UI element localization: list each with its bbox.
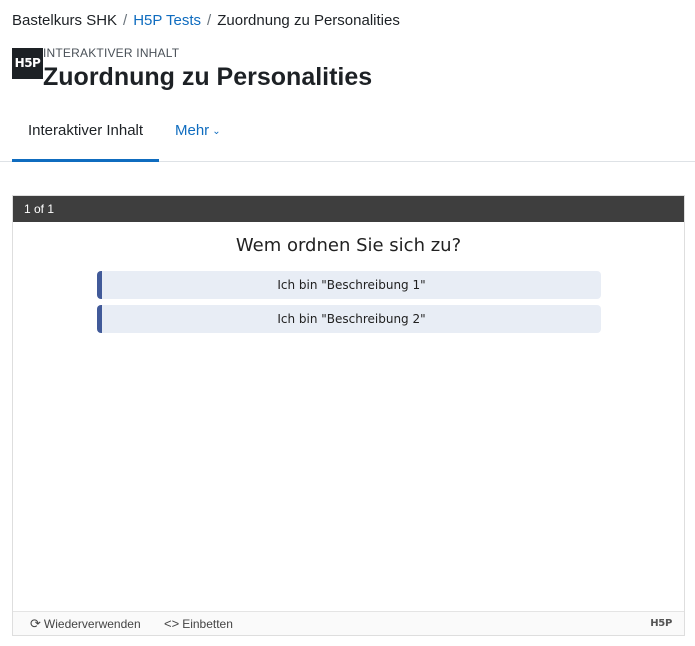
progress-text: 1 of 1 [24,202,55,216]
page-title: Zuordnung zu Personalities [43,63,373,91]
refresh-icon: ⟳ [30,616,41,631]
breadcrumb-separator: / [123,12,128,29]
reuse-label: Wiederverwenden [43,617,141,631]
h5p-progress-bar: 1 of 1 [13,196,684,222]
breadcrumb-separator: / [207,12,212,29]
h5p-logo-icon: H5P [12,48,43,79]
embed-button[interactable]: <> Einbetten [164,612,233,636]
breadcrumb-item-course[interactable]: Bastelkurs SHK [12,12,117,29]
h5p-footer: ⟳ Wiederverwenden <> Einbetten H5P [13,611,684,635]
answer-option-1[interactable]: Ich bin "Beschreibung 1" [97,271,601,299]
tab-label: Interaktiver Inhalt [28,122,144,139]
embed-label: Einbetten [182,617,233,631]
secondary-navigation: Interaktiver Inhalt Mehr ⌄ [0,107,695,162]
chevron-down-icon: ⌄ [212,126,221,137]
h5p-content-frame: 1 of 1 Wem ordnen Sie sich zu? Ich bin "… [12,195,685,636]
code-icon: <> [164,616,180,631]
reuse-button[interactable]: ⟳ Wiederverwenden [30,612,141,636]
page-pre-title: Interaktiver Inhalt [43,46,180,60]
breadcrumb: Bastelkurs SHK / H5P Tests / Zuordnung zu Pe… [12,12,400,30]
breadcrumb-item-current: Zuordnung zu Personalities [217,12,400,29]
question-text: Wem ordnen Sie sich zu? [235,235,462,256]
h5p-footer-logo-icon[interactable]: H5P [650,612,672,635]
tab-more[interactable]: Mehr ⌄ [159,107,237,162]
answer-option-2[interactable]: Ich bin "Beschreibung 2" [97,305,601,333]
tab-interactive-content[interactable]: Interaktiver Inhalt [12,107,160,162]
tab-label: Mehr [175,122,210,139]
breadcrumb-item-h5p-tests[interactable]: H5P Tests [133,12,201,29]
page-header: H5P Interaktiver Inhalt Zuordnung zu Per… [12,45,672,93]
